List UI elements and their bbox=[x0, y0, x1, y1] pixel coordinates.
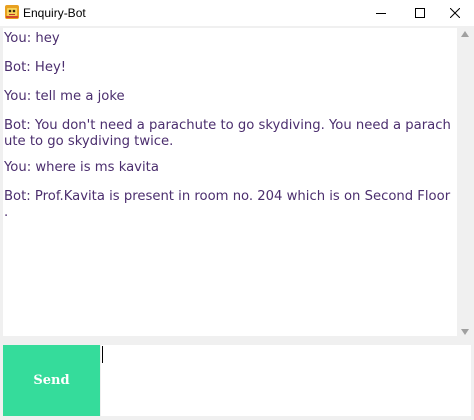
text-caret bbox=[102, 346, 103, 363]
bot-app-icon bbox=[5, 5, 19, 19]
minimize-icon bbox=[376, 13, 386, 14]
chat-line: Bot: Prof.Kavita is present in room no. … bbox=[4, 189, 451, 204]
message-input[interactable] bbox=[101, 345, 471, 416]
chat-line: You: tell me a joke bbox=[4, 89, 125, 104]
close-icon bbox=[450, 8, 460, 18]
scroll-down-button[interactable] bbox=[458, 326, 471, 338]
chat-line: . bbox=[4, 205, 9, 220]
title-bar: Enquiry-Bot bbox=[0, 0, 474, 26]
chat-line: You: hey bbox=[4, 31, 60, 46]
chevron-up-icon bbox=[460, 31, 469, 37]
chat-line: Bot: Hey! bbox=[4, 60, 67, 75]
close-button[interactable] bbox=[436, 0, 474, 26]
chat-scrollbar[interactable] bbox=[458, 28, 471, 340]
window-title: Enquiry-Bot bbox=[23, 6, 86, 20]
maximize-icon bbox=[415, 8, 425, 18]
send-button[interactable]: Send bbox=[3, 345, 100, 416]
scroll-up-button[interactable] bbox=[458, 28, 471, 40]
chat-line: ute to go skydiving twice. bbox=[4, 134, 174, 149]
chat-line: You: where is ms kavita bbox=[4, 160, 159, 175]
chevron-down-icon bbox=[460, 329, 469, 335]
chat-line: Bot: You don't need a parachute to go sk… bbox=[4, 118, 451, 133]
chat-log[interactable]: You: hey Bot: Hey! You: tell me a joke B… bbox=[3, 28, 457, 336]
